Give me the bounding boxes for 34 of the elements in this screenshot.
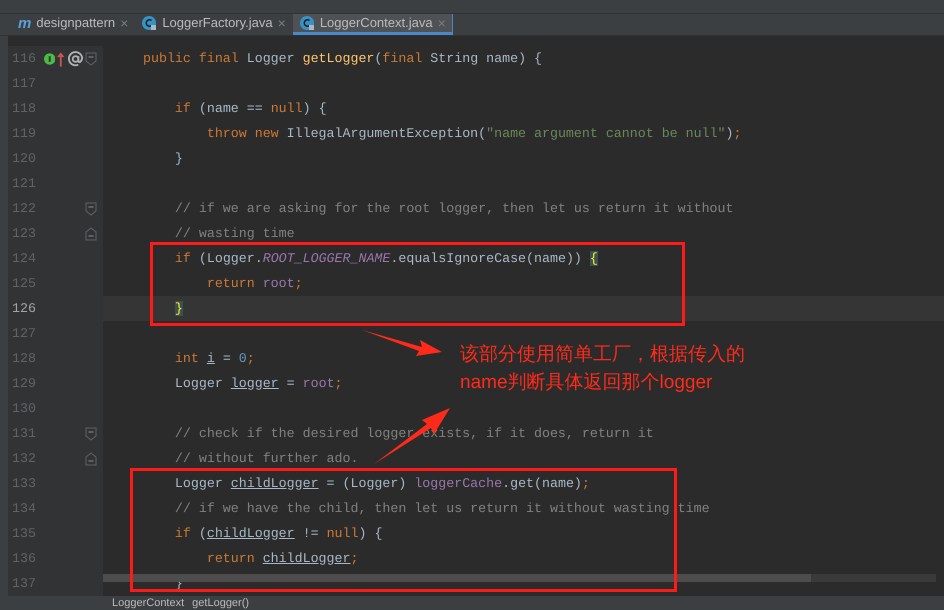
fold-marker-icon[interactable] (85, 452, 97, 466)
code-line: Logger childLogger = (Logger) loggerCache.get(name); (174, 474, 590, 493)
code-line: if (childLogger != null) { (174, 524, 382, 543)
code-line: if (name == null) { (174, 100, 327, 118)
horizontal-scrollbar[interactable] (103, 574, 936, 582)
line-number: 126 (11, 300, 37, 318)
code-line: // without further ado. (174, 450, 358, 468)
class-icon (141, 15, 158, 31)
annotation-text: 该部分使用简单工厂，根据传入的name判断具体返回那个logger (460, 343, 746, 395)
fold-marker-icon[interactable] (85, 202, 97, 216)
code-line: // wasting time (174, 224, 295, 243)
code-line: Logger logger = root; (174, 374, 343, 393)
code-line: if (Logger.ROOT_LOGGER_NAME.equalsIgnoreCase(name)) { (174, 250, 598, 268)
breadcrumb-item[interactable]: getLogger() (192, 598, 250, 608)
breadcrumb-item[interactable]: LoggerContext (112, 598, 184, 608)
code-line: throw new IllegalArgumentException("name argument cannot be null"); (206, 124, 742, 143)
module-icon: m (18, 16, 32, 30)
up-arrow-icon[interactable] (57, 50, 65, 66)
fold-marker-icon[interactable] (85, 426, 97, 440)
code-line: } (174, 150, 183, 168)
code-line: return root; (206, 274, 303, 293)
fold-marker-icon[interactable] (85, 52, 97, 66)
fold-marker-icon[interactable] (85, 226, 97, 240)
editor-tab[interactable]: LoggerFactory.java × (135, 14, 293, 35)
code-line: int i = 0; (174, 350, 255, 368)
editor-tab[interactable]: m designpattern × (12, 14, 136, 35)
code-line: public final Logger getLogger(final String name) { (142, 50, 542, 68)
code-line: // if we are asking for the root logger, then let us return it without (174, 200, 734, 218)
editor-tab[interactable]: LoggerContext.java × (292, 14, 453, 35)
implements-icon[interactable] (44, 52, 56, 64)
code-line: return childLogger; (206, 550, 358, 568)
at-sign-icon[interactable] (66, 50, 84, 68)
class-icon (298, 15, 315, 31)
code-line: // if we have the child, then let us return it without wasting time (174, 500, 710, 518)
